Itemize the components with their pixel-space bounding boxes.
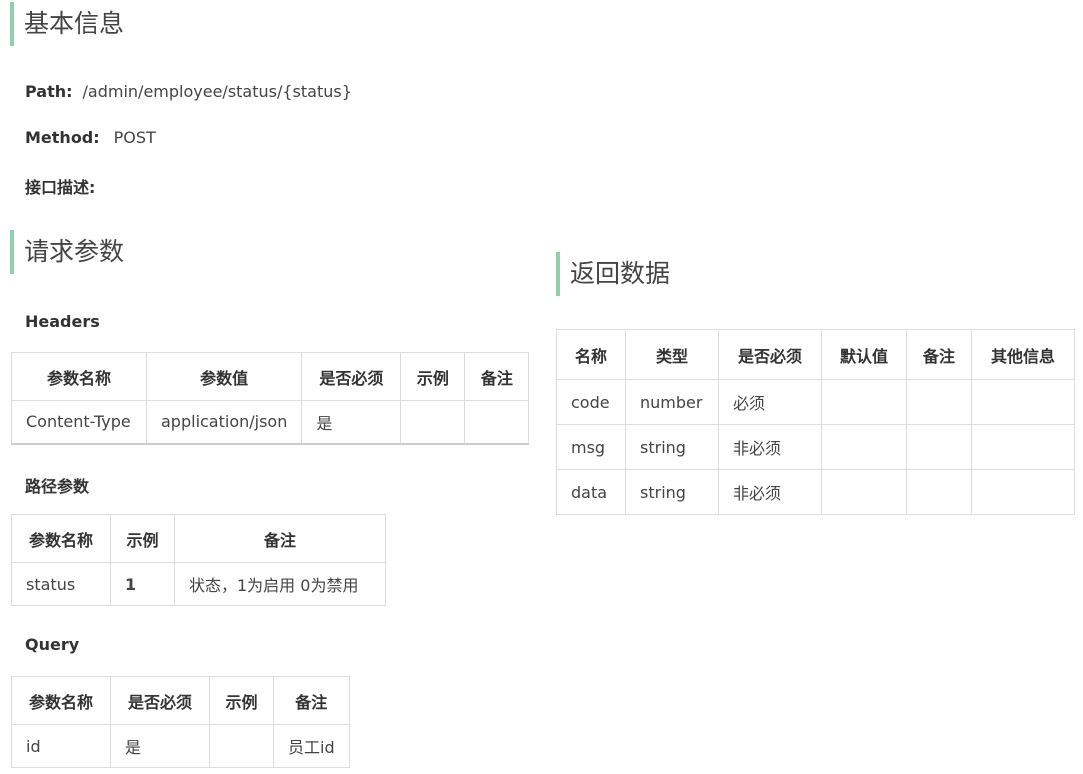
- response-table: 名称 类型 是否必须 默认值 备注 其他信息 code number 必须 ms…: [556, 329, 1075, 515]
- path-line: Path: /admin/employee/status/{status}: [25, 82, 352, 101]
- table-header-row: 参数名称 参数值 是否必须 示例 备注: [11, 352, 530, 401]
- method-line: Method: POST: [25, 128, 156, 147]
- table-cell: [400, 400, 466, 445]
- table-cell: [821, 424, 907, 470]
- table-cell: 员工id: [273, 724, 350, 768]
- column-header: 备注: [273, 676, 350, 725]
- column-header: 是否必须: [718, 329, 822, 380]
- column-header: 其他信息: [971, 329, 1075, 380]
- table-cell: [906, 469, 972, 515]
- table-cell: 非必须: [718, 469, 822, 515]
- table-row: code number 必须: [556, 379, 1075, 425]
- headers-title: Headers: [25, 312, 100, 331]
- column-header: 示例: [209, 676, 274, 725]
- table-cell: [971, 469, 1075, 515]
- table-cell: [906, 379, 972, 425]
- column-header: 备注: [464, 352, 530, 401]
- basic-info-heading: 基本信息: [10, 2, 124, 46]
- path-value: /admin/employee/status/{status}: [82, 82, 352, 101]
- table-row: status 1 状态，1为启用 0为禁用: [11, 562, 386, 606]
- column-header: 示例: [400, 352, 466, 401]
- table-cell: id: [11, 724, 111, 768]
- table-cell: code: [556, 379, 626, 425]
- table-cell: [906, 424, 972, 470]
- column-header: 默认值: [821, 329, 907, 380]
- path-label: Path:: [25, 82, 73, 101]
- table-row: msg string 非必须: [556, 424, 1075, 470]
- table-cell: 状态，1为启用 0为禁用: [174, 562, 386, 606]
- table-cell: 是: [110, 724, 210, 768]
- table-header-row: 参数名称 是否必须 示例 备注: [11, 676, 350, 725]
- table-cell: string: [625, 424, 719, 470]
- request-params-heading: 请求参数: [10, 230, 124, 274]
- query-table: 参数名称 是否必须 示例 备注 id 是 员工id: [11, 676, 350, 768]
- column-header: 名称: [556, 329, 626, 380]
- table-cell: 是: [301, 400, 402, 445]
- method-label: Method:: [25, 128, 100, 147]
- table-cell: [821, 379, 907, 425]
- table-cell: [971, 379, 1075, 425]
- table-header-row: 名称 类型 是否必须 默认值 备注 其他信息: [556, 329, 1075, 380]
- description-label: 接口描述:: [25, 178, 96, 197]
- method-value: POST: [113, 128, 156, 147]
- table-cell: 必须: [718, 379, 822, 425]
- description-line: 接口描述:: [25, 174, 95, 198]
- table-cell: [464, 400, 530, 445]
- table-cell: [971, 424, 1075, 470]
- table-cell: application/json: [145, 400, 303, 445]
- column-header: 是否必须: [110, 676, 210, 725]
- column-header: 备注: [174, 514, 386, 563]
- table-cell: msg: [556, 424, 626, 470]
- column-header: 是否必须: [301, 352, 402, 401]
- table-row: data string 非必须: [556, 469, 1075, 515]
- table-cell: Content-Type: [11, 400, 147, 445]
- headers-table: 参数名称 参数值 是否必须 示例 备注 Content-Type applica…: [11, 352, 530, 445]
- query-title: Query: [25, 635, 80, 654]
- column-header: 参数值: [145, 352, 303, 401]
- table-cell: number: [625, 379, 719, 425]
- table-cell: status: [11, 562, 111, 606]
- column-header: 参数名称: [11, 352, 147, 401]
- column-header: 示例: [110, 514, 175, 563]
- table-cell: string: [625, 469, 719, 515]
- path-params-table: 参数名称 示例 备注 status 1 状态，1为启用 0为禁用: [11, 514, 386, 606]
- response-data-heading: 返回数据: [556, 252, 670, 296]
- column-header: 参数名称: [11, 676, 111, 725]
- column-header: 备注: [906, 329, 972, 380]
- column-header: 参数名称: [11, 514, 111, 563]
- column-header: 类型: [625, 329, 719, 380]
- table-cell: data: [556, 469, 626, 515]
- table-header-row: 参数名称 示例 备注: [11, 514, 386, 563]
- table-cell: [209, 724, 274, 768]
- table-cell: 1: [110, 562, 175, 606]
- table-cell: 非必须: [718, 424, 822, 470]
- table-row: Content-Type application/json 是: [11, 400, 530, 445]
- path-params-title: 路径参数: [25, 477, 90, 496]
- table-cell: [821, 469, 907, 515]
- table-row: id 是 员工id: [11, 724, 350, 768]
